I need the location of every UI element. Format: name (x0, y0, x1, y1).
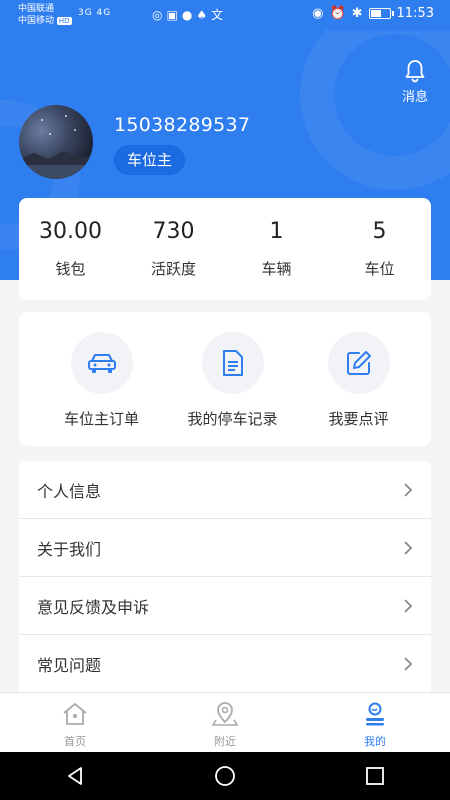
menu-item-label: 意见反馈及申诉 (37, 597, 150, 617)
message-button[interactable]: 消息 (398, 58, 432, 105)
tab-mine[interactable]: 我的 (300, 693, 450, 752)
home-circle-icon[interactable] (214, 765, 236, 787)
tab-nearby[interactable]: 附近 (150, 693, 300, 752)
carrier-2: 中国移动 (18, 16, 55, 26)
stat-activity[interactable]: 730 活跃度 (122, 198, 225, 300)
document-icon (222, 350, 243, 376)
clock: 11:53 (396, 6, 434, 21)
write-review-button[interactable]: 我要点评 (290, 312, 427, 429)
stat-value: 30.00 (39, 219, 102, 244)
stat-label: 车辆 (261, 260, 292, 278)
notification-icons: ◎▣●♠文 (152, 6, 227, 23)
recents-icon[interactable] (364, 765, 386, 787)
bottom-tab-bar: 首页 附近 我的 (0, 692, 450, 752)
tab-label: 我的 (364, 735, 386, 748)
car-icon (87, 354, 116, 373)
shield-icon: ▣ (166, 8, 182, 22)
stat-wallet[interactable]: 30.00 钱包 (19, 198, 122, 300)
bluetooth-icon: ✱ (351, 6, 363, 21)
carrier-info: 中国联通 中国移动 HD (18, 3, 72, 27)
action-label: 我的停车记录 (187, 410, 278, 428)
chat-icon: ● (181, 8, 197, 22)
edit-icon (346, 351, 371, 375)
stat-label: 车位 (364, 260, 395, 278)
wifi-icon: ◎ (152, 8, 167, 22)
status-bar: 中国联通 中国移动 HD 3G 4G ◎▣●♠文 ◉ ⏰ ✱ 11:53 (0, 0, 450, 30)
back-icon[interactable] (64, 765, 86, 787)
action-label: 车位主订单 (63, 410, 139, 428)
bell-icon (405, 60, 425, 83)
tab-label: 首页 (64, 735, 86, 748)
hd-badge: HD (56, 17, 72, 25)
quick-actions: 车位主订单 我的停车记录 我要点评 (19, 312, 431, 446)
tab-home[interactable]: 首页 (0, 693, 150, 752)
message-label: 消息 (401, 90, 428, 105)
stat-value: 1 (269, 219, 284, 244)
header-decoration (300, 30, 450, 190)
avatar[interactable] (19, 105, 93, 179)
carrier-1: 中国联通 (18, 4, 55, 14)
menu-item-label: 常见问题 (37, 655, 102, 675)
menu-item-personal-info[interactable]: 个人信息 (19, 461, 431, 519)
chevron-right-icon (404, 598, 413, 613)
menu-item-label: 个人信息 (37, 481, 102, 501)
menu-item-feedback[interactable]: 意见反馈及申诉 (19, 577, 431, 635)
action-label: 我要点评 (328, 410, 389, 428)
chevron-right-icon (404, 540, 413, 555)
menu-item-faq[interactable]: 常见问题 (19, 635, 431, 693)
stat-value: 730 (152, 219, 195, 244)
profile-icon (366, 702, 384, 726)
action-icon-circle (70, 332, 133, 394)
phone-number: 15038289537 (114, 114, 251, 136)
settings-menu: 个人信息 关于我们 意见反馈及申诉 常见问题 (19, 461, 431, 693)
system-navigation-bar (0, 752, 450, 800)
stat-label: 活跃度 (150, 260, 196, 278)
parking-records-button[interactable]: 我的停车记录 (164, 312, 301, 429)
owner-orders-button[interactable]: 车位主订单 (33, 312, 170, 429)
battery-icon (368, 8, 394, 19)
alarm-icon: ⏰ (329, 6, 346, 21)
stat-value: 5 (372, 219, 387, 244)
tab-label: 附近 (214, 735, 236, 748)
stat-label: 钱包 (55, 260, 86, 278)
network-indicator: 3G 4G (78, 8, 112, 18)
battery-level (370, 10, 381, 17)
chevron-right-icon (404, 482, 413, 497)
chevron-right-icon (404, 656, 413, 671)
menu-item-about-us[interactable]: 关于我们 (19, 519, 431, 577)
location-pin-icon (211, 702, 239, 726)
menu-item-label: 关于我们 (37, 539, 102, 559)
stats-card: 30.00 钱包 730 活跃度 1 车辆 5 车位 (19, 198, 431, 300)
eye-icon: ◉ (312, 6, 324, 21)
status-right: ◉ ⏰ ✱ 11:53 (312, 6, 434, 21)
stat-vehicles[interactable]: 1 车辆 (225, 198, 328, 300)
home-icon (63, 703, 87, 725)
action-icon-circle (201, 332, 264, 394)
stat-spaces[interactable]: 5 车位 (328, 198, 431, 300)
translate-icon: 文 (211, 8, 228, 22)
action-icon-circle (327, 332, 390, 394)
penguin-icon: ♠ (196, 8, 212, 22)
role-badge: 车位主 (114, 145, 186, 175)
